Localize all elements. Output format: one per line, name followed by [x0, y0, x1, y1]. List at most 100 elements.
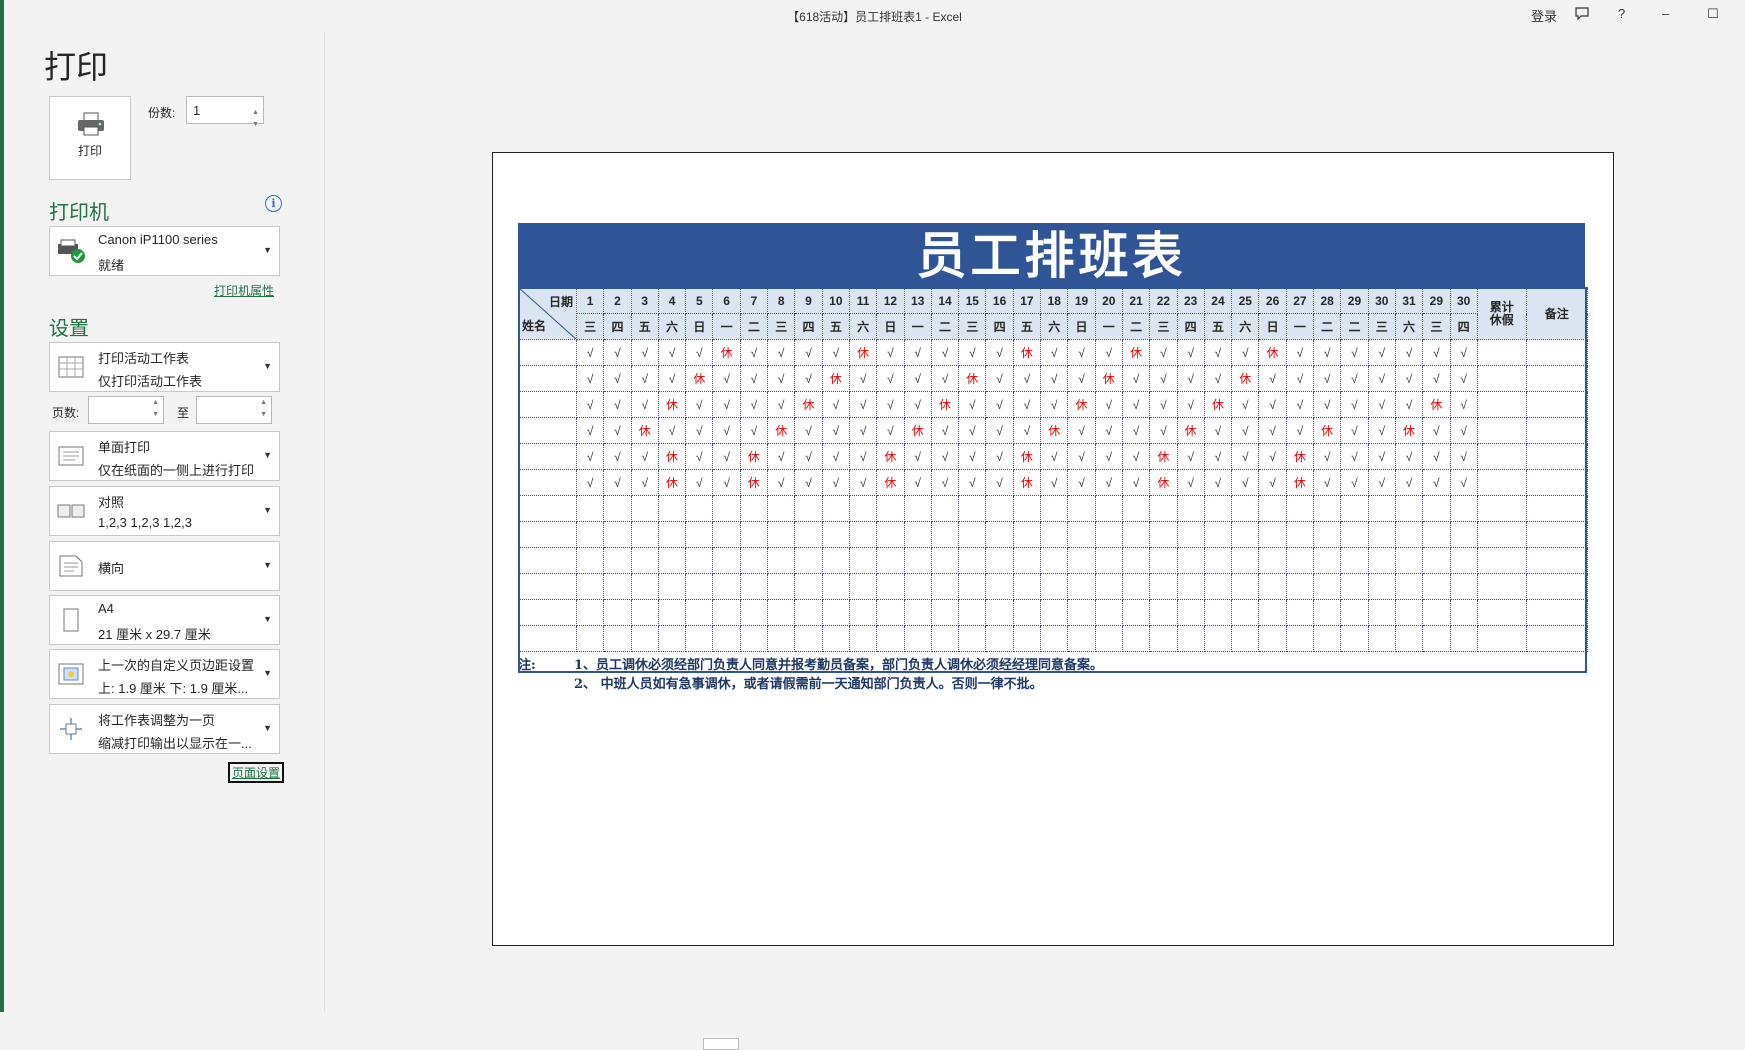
empty-cell[interactable] — [848, 599, 878, 626]
empty-cell[interactable] — [657, 495, 687, 522]
check-cell[interactable]: √ — [1258, 417, 1287, 444]
empty-cell[interactable] — [876, 521, 905, 548]
empty-cell[interactable] — [603, 521, 632, 548]
empty-cell[interactable] — [657, 547, 687, 574]
empty-cell[interactable] — [794, 547, 823, 574]
feedback-icon[interactable] — [1574, 6, 1590, 25]
check-cell[interactable]: √ — [958, 417, 987, 444]
check-cell[interactable]: √ — [985, 443, 1014, 470]
check-cell[interactable]: √ — [903, 339, 932, 366]
check-cell[interactable]: √ — [712, 365, 741, 392]
empty-cell[interactable] — [1476, 495, 1527, 522]
empty-cell[interactable] — [518, 599, 577, 626]
empty-cell[interactable] — [1476, 573, 1527, 600]
check-cell[interactable]: √ — [1094, 391, 1123, 418]
empty-cell[interactable] — [958, 495, 987, 522]
name-cell[interactable] — [518, 443, 577, 470]
check-cell[interactable]: √ — [930, 417, 960, 444]
check-cell[interactable]: √ — [712, 391, 741, 418]
check-cell[interactable]: √ — [1067, 443, 1096, 470]
empty-cell[interactable] — [1231, 547, 1260, 574]
empty-cell[interactable] — [1285, 599, 1315, 626]
check-cell[interactable]: √ — [903, 365, 932, 392]
empty-cell[interactable] — [1258, 625, 1287, 652]
rest-cell[interactable]: 休 — [685, 365, 714, 392]
empty-cell[interactable] — [712, 573, 741, 600]
empty-cell[interactable] — [518, 573, 577, 600]
empty-cell[interactable] — [575, 573, 605, 600]
leave-total-cell[interactable] — [1476, 469, 1527, 496]
empty-cell[interactable] — [1094, 495, 1123, 522]
empty-cell[interactable] — [1121, 495, 1151, 522]
check-cell[interactable]: √ — [630, 365, 659, 392]
name-cell[interactable] — [518, 339, 577, 366]
check-cell[interactable]: √ — [1067, 365, 1096, 392]
empty-cell[interactable] — [1067, 495, 1096, 522]
empty-cell[interactable] — [985, 573, 1014, 600]
check-cell[interactable]: √ — [575, 391, 605, 418]
empty-cell[interactable] — [876, 573, 905, 600]
empty-cell[interactable] — [903, 495, 932, 522]
empty-cell[interactable] — [603, 495, 632, 522]
rest-cell[interactable]: 休 — [630, 417, 659, 444]
empty-cell[interactable] — [739, 599, 769, 626]
check-cell[interactable]: √ — [1422, 469, 1451, 496]
printer-properties-link[interactable]: 打印机属性 — [214, 282, 274, 299]
check-cell[interactable]: √ — [1231, 339, 1260, 366]
empty-cell[interactable] — [1067, 547, 1096, 574]
empty-cell[interactable] — [1449, 495, 1478, 522]
check-cell[interactable]: √ — [903, 443, 932, 470]
check-cell[interactable]: √ — [603, 417, 632, 444]
empty-cell[interactable] — [1313, 625, 1342, 652]
leave-total-cell[interactable] — [1476, 443, 1527, 470]
empty-cell[interactable] — [985, 521, 1014, 548]
check-cell[interactable]: √ — [1258, 469, 1287, 496]
empty-cell[interactable] — [1203, 573, 1233, 600]
check-cell[interactable]: √ — [1094, 339, 1123, 366]
empty-cell[interactable] — [1394, 599, 1424, 626]
copies-input[interactable]: 1 ▲ ▼ — [186, 96, 264, 128]
empty-cell[interactable] — [1476, 521, 1527, 548]
check-cell[interactable]: √ — [1040, 391, 1069, 418]
note-cell[interactable] — [1525, 391, 1588, 418]
empty-cell[interactable] — [1149, 573, 1178, 600]
check-cell[interactable]: √ — [1149, 365, 1178, 392]
check-cell[interactable]: √ — [1067, 339, 1096, 366]
check-cell[interactable]: √ — [1313, 365, 1342, 392]
check-cell[interactable]: √ — [876, 365, 905, 392]
empty-cell[interactable] — [1394, 521, 1424, 548]
empty-cell[interactable] — [1367, 495, 1396, 522]
note-cell[interactable] — [1525, 365, 1588, 392]
empty-cell[interactable] — [1067, 521, 1096, 548]
rest-cell[interactable]: 休 — [767, 417, 796, 444]
empty-cell[interactable] — [821, 495, 850, 522]
check-cell[interactable]: √ — [1340, 469, 1369, 496]
setting-dropdown-7[interactable]: 将工作表调整为一页 缩减打印输出以显示在一... ▼ — [49, 704, 280, 754]
check-cell[interactable]: √ — [1067, 417, 1096, 444]
empty-cell[interactable] — [767, 547, 796, 574]
empty-cell[interactable] — [1285, 495, 1315, 522]
check-cell[interactable]: √ — [903, 469, 932, 496]
check-cell[interactable]: √ — [1203, 365, 1233, 392]
empty-cell[interactable] — [1285, 573, 1315, 600]
empty-cell[interactable] — [958, 625, 987, 652]
check-cell[interactable]: √ — [1340, 417, 1369, 444]
empty-cell[interactable] — [1149, 547, 1178, 574]
check-cell[interactable]: √ — [1394, 339, 1424, 366]
check-cell[interactable]: √ — [603, 469, 632, 496]
empty-cell[interactable] — [518, 495, 577, 522]
empty-cell[interactable] — [712, 599, 741, 626]
check-cell[interactable]: √ — [603, 443, 632, 470]
empty-cell[interactable] — [1313, 599, 1342, 626]
empty-cell[interactable] — [603, 625, 632, 652]
rest-cell[interactable]: 休 — [930, 391, 960, 418]
print-button[interactable]: 打印 — [49, 96, 131, 180]
check-cell[interactable]: √ — [603, 365, 632, 392]
empty-cell[interactable] — [657, 625, 687, 652]
empty-cell[interactable] — [821, 547, 850, 574]
check-cell[interactable]: √ — [1149, 417, 1178, 444]
empty-cell[interactable] — [985, 625, 1014, 652]
check-cell[interactable]: √ — [985, 417, 1014, 444]
empty-cell[interactable] — [1258, 547, 1287, 574]
empty-cell[interactable] — [1094, 521, 1123, 548]
